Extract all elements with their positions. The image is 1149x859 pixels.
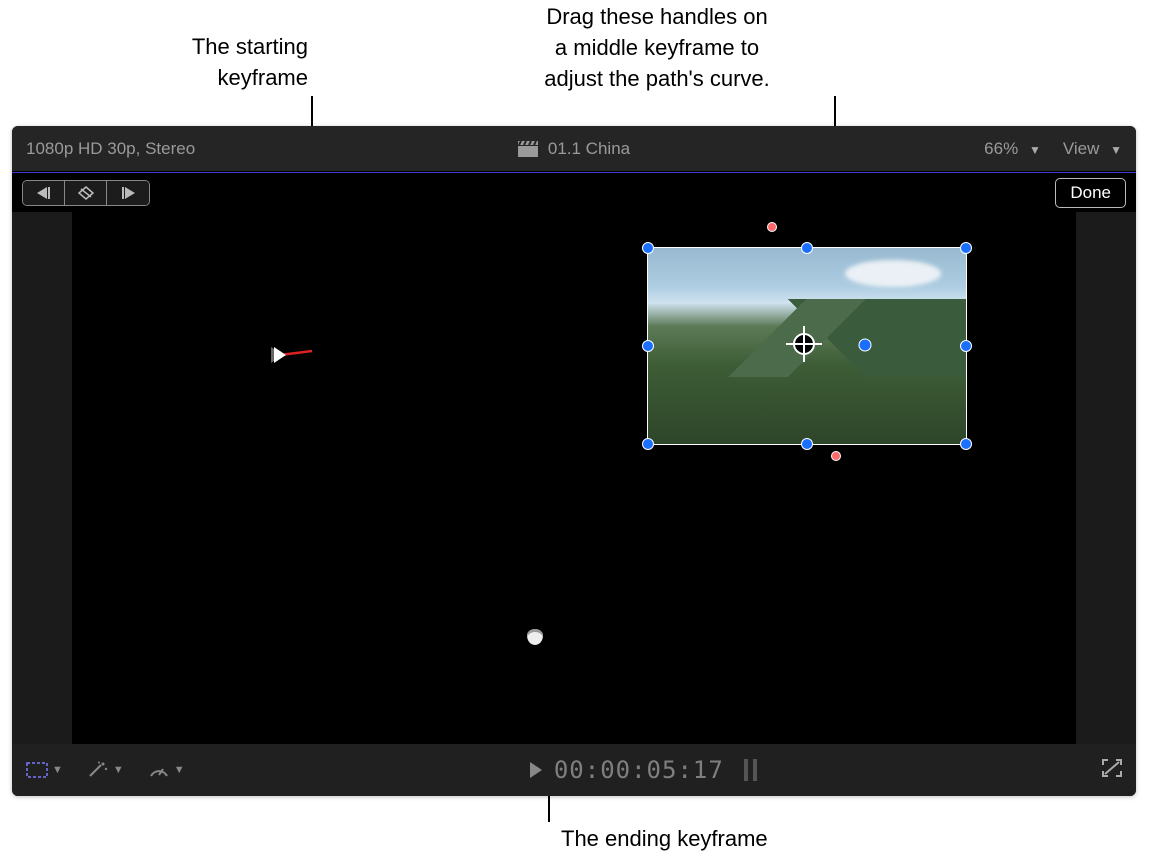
play-icon[interactable]	[530, 762, 542, 778]
fullscreen-button[interactable]	[1102, 759, 1122, 782]
speedometer-icon	[148, 761, 170, 779]
curve-tangent-handle-bottom[interactable]	[831, 451, 841, 461]
next-keyframe-icon	[121, 187, 135, 199]
callout-text: The starting	[192, 34, 308, 59]
chevron-down-icon: ▼	[174, 764, 185, 776]
callout-handles: Drag these handles on a middle keyframe …	[474, 2, 840, 94]
letterbox	[12, 212, 72, 744]
callout-text: adjust the path's curve.	[544, 66, 770, 91]
zoom-dropdown[interactable]: 66% ▼	[984, 139, 1041, 159]
next-keyframe-button[interactable]	[107, 181, 149, 205]
decorative-cloud	[845, 260, 940, 287]
callout-text: keyframe	[218, 65, 308, 90]
resize-handle-tl[interactable]	[642, 242, 654, 254]
callout-text: The ending keyframe	[561, 826, 768, 851]
keyframe-diamond-icon	[78, 186, 94, 200]
viewer-window: 1080p HD 30p, Stereo 01.1 China 66% ▼ Vi…	[12, 126, 1136, 796]
chevron-down-icon: ▼	[52, 764, 63, 776]
viewer-bottombar: ▼ ▼ ▼ 00:00:05:17	[12, 744, 1136, 796]
resize-handle-bc[interactable]	[801, 438, 813, 450]
transform-clip[interactable]	[647, 247, 967, 445]
zoom-value: 66%	[984, 139, 1018, 158]
resize-handle-tc[interactable]	[801, 242, 813, 254]
letterbox	[1076, 212, 1136, 744]
viewer-topbar: 1080p HD 30p, Stereo 01.1 China 66% ▼ Vi…	[12, 126, 1136, 172]
prev-keyframe-icon	[37, 187, 51, 199]
retime-dropdown[interactable]: ▼	[148, 761, 185, 779]
callout-text: Drag these handles on	[546, 4, 767, 29]
add-delete-keyframe-button[interactable]	[65, 181, 107, 205]
fullscreen-icon	[1102, 759, 1122, 777]
keyframe-end-marker[interactable]	[527, 629, 543, 645]
view-dropdown[interactable]: View ▼	[1063, 139, 1122, 159]
callout-text: a middle keyframe to	[555, 35, 759, 60]
move-handle[interactable]	[859, 339, 872, 352]
resize-handle-ml[interactable]	[642, 340, 654, 352]
timecode-display[interactable]: 00:00:05:17	[554, 756, 724, 784]
anchor-point-icon[interactable]	[793, 333, 815, 355]
viewer-keyframe-bar: Done	[12, 172, 1136, 212]
keyframe-nav-group	[22, 180, 150, 206]
enhancements-dropdown[interactable]: ▼	[87, 761, 124, 779]
curve-tangent-handle-top[interactable]	[767, 222, 777, 232]
resize-handle-tr[interactable]	[960, 242, 972, 254]
done-button[interactable]: Done	[1055, 178, 1126, 208]
chevron-down-icon: ▼	[1029, 143, 1041, 157]
resize-handle-bl[interactable]	[642, 438, 654, 450]
prev-keyframe-button[interactable]	[23, 181, 65, 205]
format-label: 1080p HD 30p, Stereo	[26, 139, 195, 159]
chevron-down-icon: ▼	[113, 764, 124, 776]
resize-handle-br[interactable]	[960, 438, 972, 450]
resize-handle-mr[interactable]	[960, 340, 972, 352]
callout-end-keyframe: The ending keyframe	[561, 824, 768, 855]
view-label: View	[1063, 139, 1100, 158]
clapperboard-icon	[518, 141, 538, 157]
clip-appearance-dropdown[interactable]: ▼	[26, 762, 63, 778]
clip-appearance-icon	[26, 762, 48, 778]
callout-start-keyframe: The starting keyframe	[120, 32, 308, 94]
chevron-down-icon: ▼	[1110, 143, 1122, 157]
clip-name-label[interactable]: 01.1 China	[548, 139, 630, 159]
audio-meter-icon	[744, 759, 757, 781]
viewer-canvas[interactable]	[12, 212, 1136, 744]
wand-sparkle-icon	[87, 761, 109, 779]
